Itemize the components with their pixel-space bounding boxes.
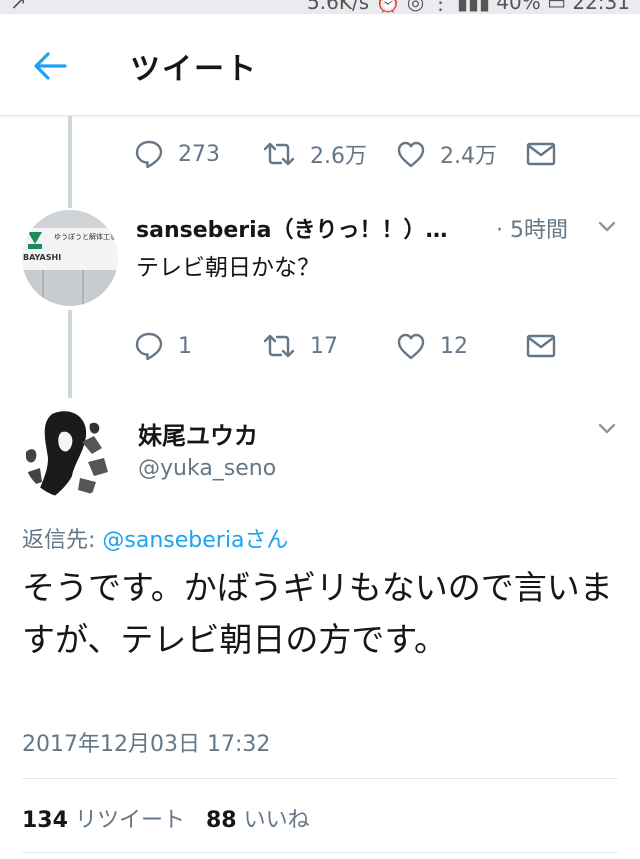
retweet-icon	[263, 334, 295, 358]
author-name[interactable]: sanseberia（きりっ！！）…	[136, 212, 448, 244]
envelope-icon	[526, 334, 556, 358]
illustration-avatar	[22, 402, 118, 498]
heart-icon	[397, 333, 425, 360]
reply-count: 1	[178, 333, 192, 359]
thread-line	[68, 310, 72, 398]
author-handle[interactable]: @yuka_seno	[138, 456, 276, 481]
divider	[22, 778, 618, 779]
tweet-stats: 134 リツイート 88 いいね	[22, 802, 310, 834]
tweet-time[interactable]: · 5時間	[496, 212, 568, 244]
retweet-button[interactable]: 2.6万	[262, 134, 367, 174]
page-title: ツイート	[130, 52, 258, 87]
heart-icon	[397, 141, 425, 168]
replying-to: 返信先: @sanseberiaさん	[22, 522, 288, 554]
reply-icon	[135, 332, 163, 361]
chevron-down-icon[interactable]	[596, 216, 618, 238]
arrow-left-icon	[34, 52, 67, 80]
app-bar: ツイート	[0, 14, 640, 116]
divider	[22, 852, 618, 853]
mention-link[interactable]: @sanseberiaさん	[102, 528, 288, 553]
avatar[interactable]: ゆうぽうと解体工事 BAYASHI	[22, 210, 118, 306]
previous-tweet-actions: 273 2.6万 2.4万	[134, 134, 574, 174]
building-photo: ゆうぽうと解体工事 BAYASHI	[22, 210, 118, 306]
like-label: いいね	[243, 808, 310, 833]
status-bar: ↗ 5.6K/s ⏰ ◎ ⋮ ▮▮▮ 40% ▭ 22:31	[0, 0, 640, 14]
tweet-text: そうです。かばうギリもないので言いますが、テレビ朝日の方です。	[22, 568, 613, 659]
dm-button[interactable]	[526, 134, 556, 174]
retweet-button[interactable]: 17	[262, 326, 338, 366]
sign-text: BAYASHI	[23, 253, 61, 262]
reply-tweet-actions: 1 17 12	[134, 326, 574, 366]
like-stats[interactable]: 88 いいね	[206, 808, 310, 833]
avatar[interactable]	[22, 402, 118, 498]
sign-text: ゆうぽうと解体工事	[54, 232, 117, 241]
author-name[interactable]: 妹尾ユウカ	[138, 416, 258, 451]
like-button[interactable]: 12	[396, 326, 468, 366]
status-bar-right: 5.6K/s ⏰ ◎ ⋮ ▮▮▮ 40% ▭ 22:31	[307, 0, 630, 14]
retweet-count: 17	[310, 333, 338, 359]
status-bar-left: ↗	[10, 0, 27, 14]
retweet-label: リツイート	[74, 808, 185, 833]
reply-button[interactable]: 1	[134, 326, 192, 366]
reply-count: 273	[178, 141, 220, 167]
back-button[interactable]	[30, 46, 70, 86]
like-count: 2.4万	[440, 144, 497, 169]
tweet-text: テレビ朝日かな？	[136, 255, 320, 281]
dm-button[interactable]	[526, 326, 556, 366]
chevron-down-icon[interactable]	[596, 418, 618, 440]
like-total: 88	[205, 808, 237, 833]
reply-icon	[135, 140, 163, 169]
thread-line	[68, 116, 72, 208]
retweet-icon	[263, 142, 295, 166]
tweet-timestamp: 2017年12月03日 17:32	[22, 732, 271, 757]
like-button[interactable]: 2.4万	[396, 134, 497, 174]
retweet-stats[interactable]: 134 リツイート	[22, 808, 185, 833]
replying-label: 返信先:	[22, 528, 103, 553]
reply-button[interactable]: 273	[134, 134, 220, 174]
retweet-total: 134	[22, 808, 68, 833]
like-count: 12	[440, 333, 468, 359]
retweet-count: 2.6万	[310, 144, 367, 169]
envelope-icon	[526, 142, 556, 166]
